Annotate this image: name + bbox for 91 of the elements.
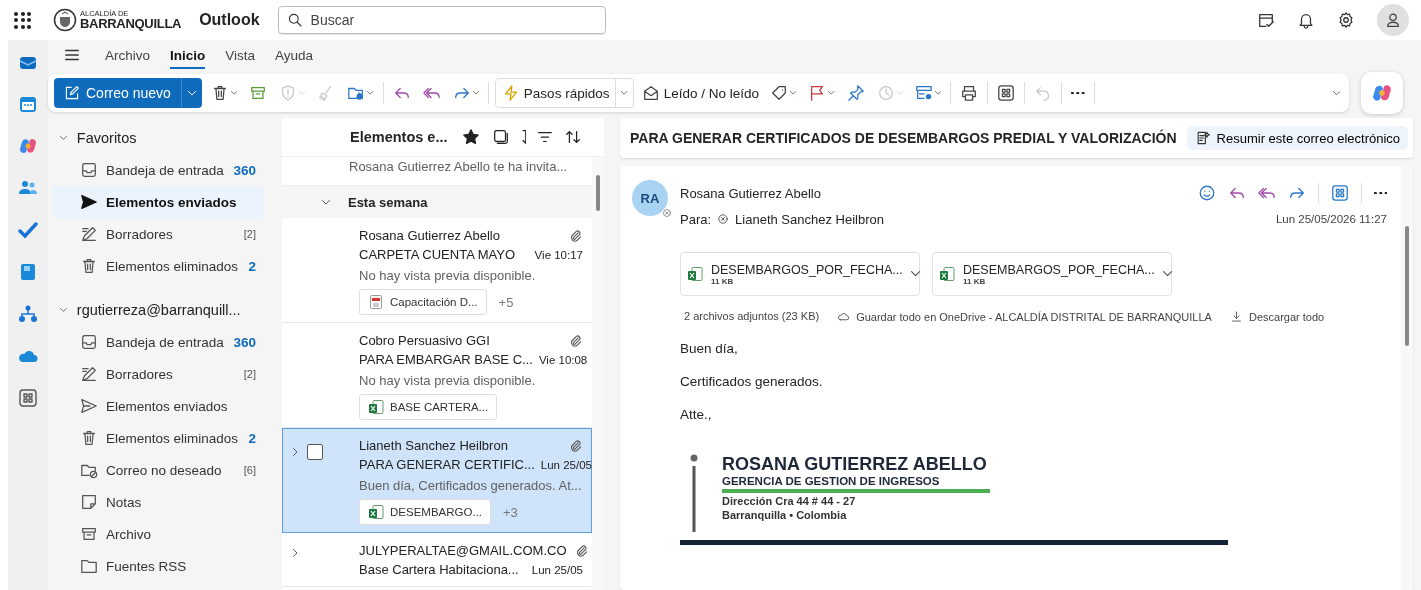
email-paragraph: Buen día, <box>680 341 739 356</box>
ribbon-tab[interactable]: Archivo <box>105 41 150 69</box>
search-input[interactable]: Buscar <box>308 11 597 29</box>
folder-item[interactable]: Notas <box>52 486 264 518</box>
signature-department: GERENCIA DE GESTION DE INGRESOS <box>722 475 990 493</box>
message-preview: No hay vista previa disponible. <box>359 372 537 390</box>
folder-item[interactable]: Elementos eliminados 2 <box>52 250 264 282</box>
ribbon-tab[interactable]: Inicio <box>170 41 206 69</box>
folder-label: Elementos eliminados <box>106 258 240 274</box>
folder-item[interactable]: Fuentes RSS <box>52 550 264 582</box>
attachment-card[interactable]: DESEMBARGOS_POR_FECHA... 11 KB <box>932 252 1172 296</box>
folder-label: Correo no deseado <box>106 462 223 478</box>
message-preview: No hay vista previa disponible. <box>359 267 537 285</box>
recipient-name[interactable]: Lianeth Sanchez Heilbron <box>735 211 884 227</box>
message-sender: Rosana Gutierrez Abello <box>359 228 500 243</box>
message-sender: Cobro Persuasivo GGI <box>359 333 490 348</box>
email-subject: PARA GENERAR CERTIFICADOS DE DESEMBARGOS PREDIAL Y VALORIZACIÓN <box>630 130 1177 146</box>
app-name[interactable]: Outlook <box>199 11 260 29</box>
read-unread-button[interactable]: Leído / No leído <box>639 84 761 102</box>
message-subject: PARA GENERAR CERTIFIC... <box>359 457 535 472</box>
folder-count: [6] <box>243 464 256 476</box>
save-to-onedrive-link[interactable]: Guardar todo en OneDrive - ALCALDÍA DISTRITAL DE BARRANQUILLA <box>837 310 1212 323</box>
folder-count: 2 <box>248 258 256 274</box>
group-header[interactable]: Esta semana <box>282 186 592 218</box>
folder-label: Borradores <box>106 226 174 242</box>
folder-item[interactable]: Bandeja de entrada 360 <box>52 326 264 358</box>
folder-group-header[interactable]: Favoritos <box>52 122 264 154</box>
attachment-card[interactable]: DESEMBARGOS_POR_FECHA... 11 KB <box>680 252 920 296</box>
message-subject: CARPETA CUENTA MAYO <box>359 247 516 262</box>
folder-count: 2 <box>248 430 256 446</box>
search-field[interactable]: Buscar <box>277 6 606 34</box>
attachments-summary: 2 archivos adjuntos (23 KB) <box>684 310 820 323</box>
email-date: Lun 25/05/2026 11:27 <box>1275 213 1387 225</box>
folder-label: Elementos enviados <box>106 194 238 210</box>
more-attachments-count: +3 <box>503 504 518 520</box>
message-item[interactable]: Lianeth Sanchez Heilbron PARA GENERAR CERTIFIC... Lun 25/05 Buen día, Certificados generados. At... DESEMBARGO... +3 <box>282 428 592 533</box>
message-time: Lun 25/05 <box>531 563 583 576</box>
folder-item[interactable]: Archivo <box>52 518 264 550</box>
ribbon-tab[interactable]: Ayuda <box>275 41 314 69</box>
folder-count: [2] <box>243 228 256 240</box>
folder-item[interactable]: Correo no deseado [6] <box>52 454 264 486</box>
attachment-chip[interactable]: DESEMBARGO... <box>359 499 492 525</box>
message-time: Vie 10:08 <box>538 353 588 366</box>
folder-item[interactable]: Elementos enviados <box>52 390 264 422</box>
folder-item[interactable]: Borradores [2] <box>52 218 264 250</box>
sender-avatar: RA <box>632 180 668 216</box>
folder-label: Borradores <box>106 366 174 382</box>
folder-count: 360 <box>233 162 256 178</box>
message-sender: JULYPERALTAE@GMAIL.COM.CO <box>359 543 567 558</box>
message-preview: Rosana Gutierrez Abello te ha invita... <box>349 158 568 174</box>
email-paragraph: Certificados generados. <box>680 374 824 389</box>
folder-count: 360 <box>233 334 256 350</box>
ribbon-tab[interactable]: Vista <box>225 41 256 69</box>
folder-title: Elementos e... <box>350 129 448 145</box>
folder-item[interactable]: Elementos eliminados 2 <box>52 422 264 454</box>
email-paragraph: Atte., <box>680 407 713 422</box>
download-all-link[interactable]: Descargar todo <box>1229 310 1325 323</box>
to-label: Para: <box>680 211 712 227</box>
more-attachments-count: +5 <box>498 294 514 310</box>
message-time: Vie 10:17 <box>534 248 583 261</box>
folder-item[interactable]: Elementos enviados <box>52 186 264 218</box>
message-sender: Lianeth Sanchez Heilbron <box>359 438 508 453</box>
folder-item[interactable]: Bandeja de entrada 360 <box>52 154 264 186</box>
folder-label: Notas <box>106 494 143 510</box>
folder-label: Archivo <box>106 526 152 542</box>
logo-text: BARRANQUILLA <box>80 17 182 31</box>
folder-label: Bandeja de entrada <box>106 334 225 350</box>
attachment-size: 11 KB <box>963 276 986 286</box>
folder-count: [2] <box>243 368 256 380</box>
message-subject: PARA EMBARGAR BASE C... <box>359 352 533 367</box>
message-preview: Buen día, Certificados generados. At... <box>359 477 583 495</box>
message-time: Lun 25/05 <box>540 458 592 471</box>
message-subject: Base Cartera Habitaciona... <box>359 562 519 577</box>
folder-label: Elementos eliminados <box>106 430 240 446</box>
folder-label: Bandeja de entrada <box>106 162 225 178</box>
folder-group-header[interactable]: rgutierreza@barranquill... <box>52 294 264 326</box>
quick-steps-button[interactable]: Pasos rápidos <box>494 78 634 108</box>
folder-label: Elementos enviados <box>106 398 229 414</box>
attachment-name: DESEMBARGOS_POR_FECHA... <box>711 262 903 277</box>
sender-name[interactable]: Rosana Gutierrez Abello <box>680 185 821 201</box>
attachment-chip[interactable]: Capacitación D... <box>359 289 487 315</box>
attachment-size: 11 KB <box>711 276 734 286</box>
attachment-name: DESEMBARGOS_POR_FECHA... <box>963 262 1155 277</box>
summarize-button[interactable]: Resumir este correo electrónico <box>1186 126 1409 150</box>
folder-label: Fuentes RSS <box>106 558 188 574</box>
folder-item[interactable]: Borradores [2] <box>52 358 264 390</box>
attachment-chip[interactable]: BASE CARTERA... <box>359 394 498 420</box>
signature-address: Dirección Cra 44 # 44 - 27 <box>722 495 857 507</box>
message-item[interactable]: Rosana Gutierrez Abello CARPETA CUENTA MAYO Vie 10:17 No hay vista previa disponible. Capacitación D... +5 <box>282 218 592 323</box>
signature-name: ROSANA GUTIERREZ ABELLO <box>722 454 988 475</box>
signature-city: Barranquilla • Colombia <box>722 509 848 521</box>
